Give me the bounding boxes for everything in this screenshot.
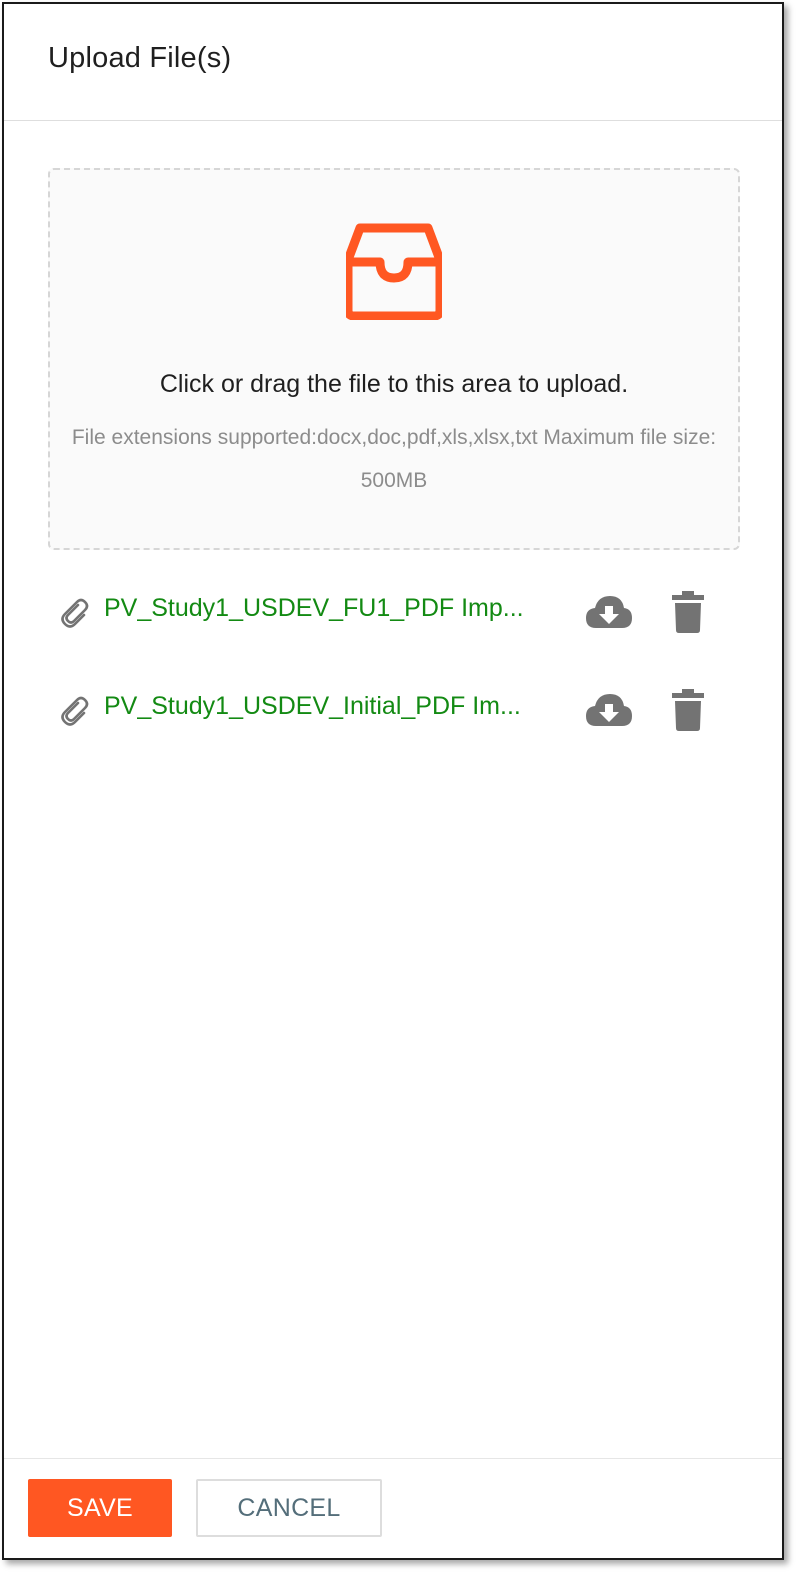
file-row: PV_Study1_USDEV_FU1_PDF Imp... [58,588,728,638]
trash-icon[interactable] [670,590,706,634]
trash-icon[interactable] [670,688,706,732]
save-button[interactable]: SAVE [28,1479,172,1537]
cloud-download-icon[interactable] [584,592,634,632]
dialog-title: Upload File(s) [48,42,232,74]
dialog-footer: SAVE CANCEL [4,1458,782,1558]
inbox-icon [346,223,442,320]
cloud-download-icon[interactable] [584,690,634,730]
cancel-button[interactable]: CANCEL [196,1479,382,1537]
upload-dropzone[interactable]: Click or drag the file to this area to u… [48,168,740,550]
paperclip-icon [61,696,89,726]
dialog-header: Upload File(s) [4,4,782,121]
dropzone-hint-text: File extensions supported:docx,doc,pdf,x… [71,426,717,492]
file-name-link[interactable]: PV_Study1_USDEV_Initial_PDF Im... [104,692,544,721]
dropzone-primary-text: Click or drag the file to this area to u… [159,370,629,398]
paperclip-icon [61,598,89,628]
upload-dialog: Upload File(s) Click or drag the file to… [2,2,784,1560]
file-name-link[interactable]: PV_Study1_USDEV_FU1_PDF Imp... [104,594,544,623]
file-row: PV_Study1_USDEV_Initial_PDF Im... [58,686,728,736]
